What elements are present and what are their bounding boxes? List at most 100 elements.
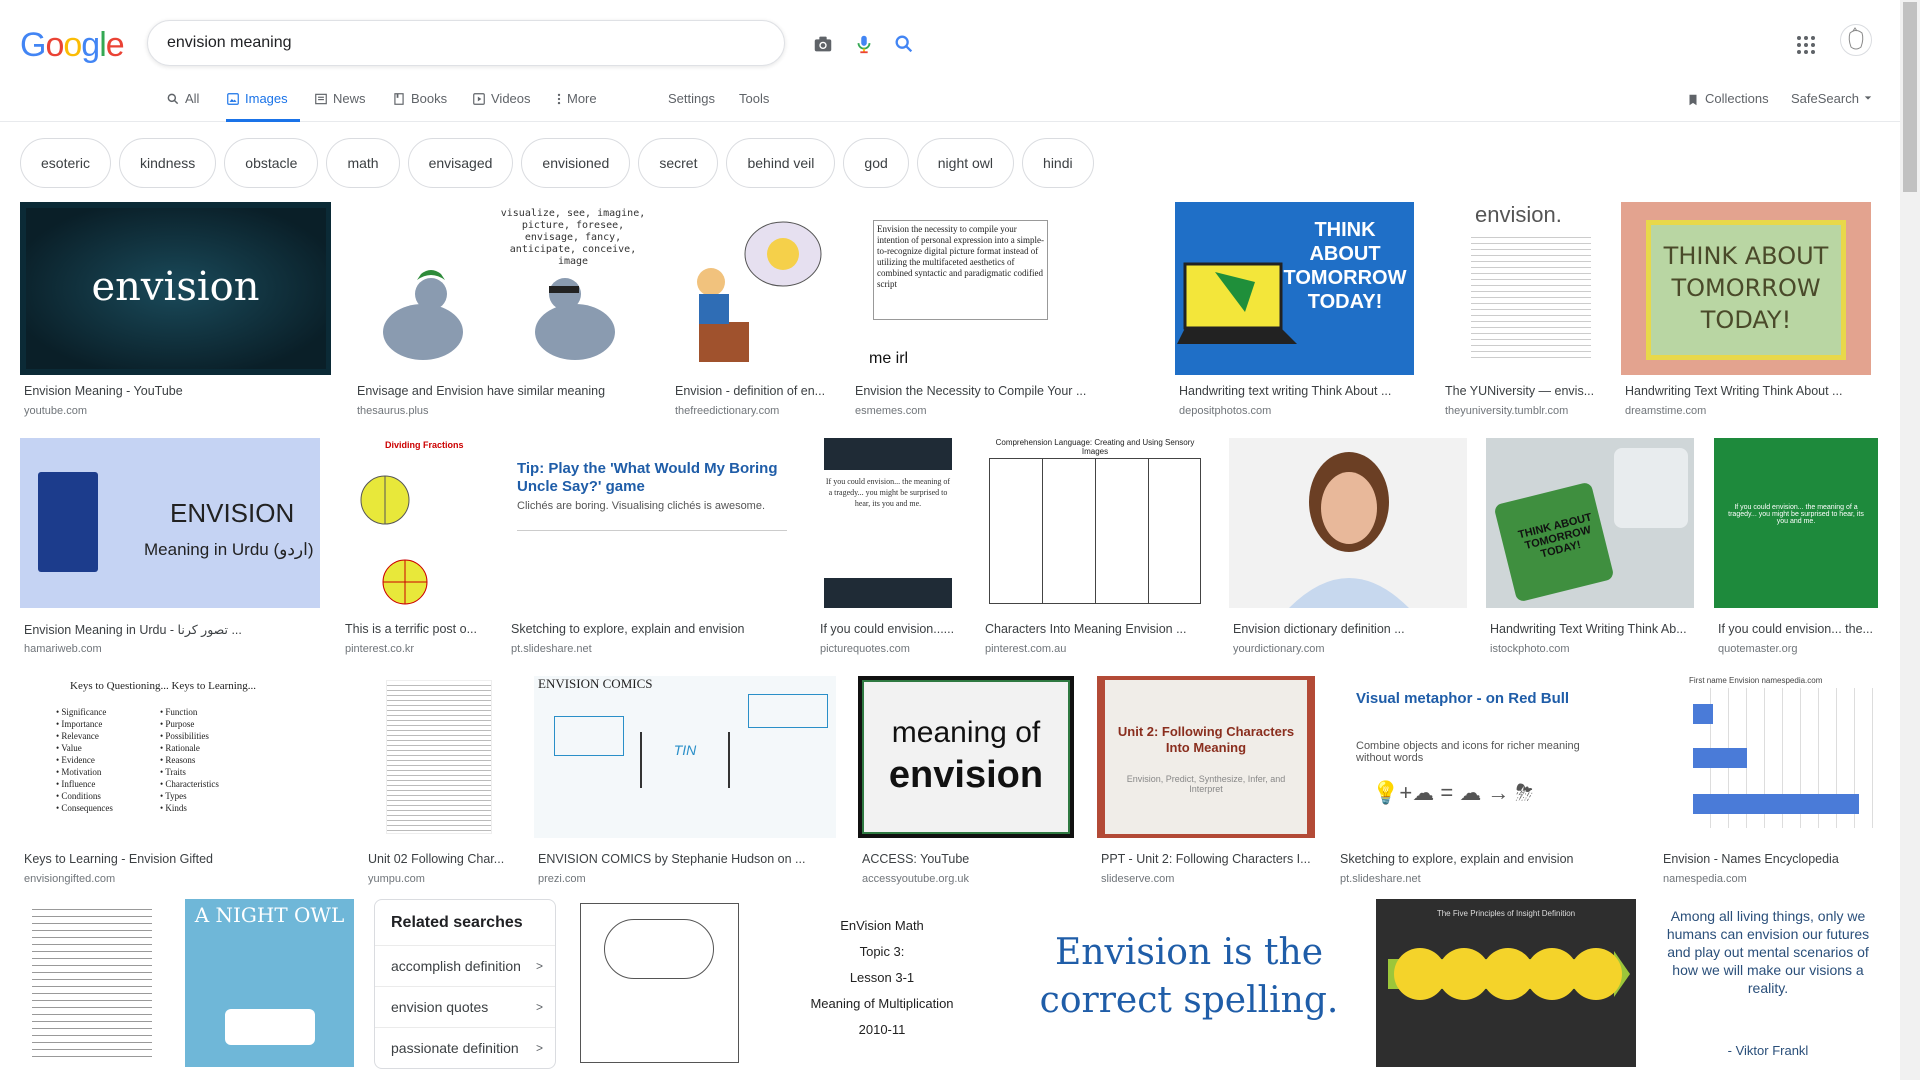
result-thumbnail[interactable]: Envision is the correct spelling. xyxy=(1021,899,1356,1067)
result-thumbnail[interactable]: meaning of envision xyxy=(858,676,1074,838)
result-thumbnail[interactable]: envision xyxy=(20,202,331,375)
chip-envisioned[interactable]: envisioned xyxy=(521,138,631,188)
result-thumbnail[interactable]: visualize, see, imagine, picture, forese… xyxy=(353,202,651,375)
tab-books-label: Books xyxy=(411,91,448,106)
metaphor-symbols: 💡+☁ = ☁ → ⛈ xyxy=(1372,780,1534,805)
camera-icon[interactable] xyxy=(812,33,834,55)
chip-behind-veil[interactable]: behind veil xyxy=(726,138,836,188)
google-logo[interactable]: Google xyxy=(20,26,125,65)
result-source: pt.slideshare.net xyxy=(511,643,592,655)
related-search-item[interactable]: accomplish definition > xyxy=(375,946,555,987)
search-input[interactable]: envision meaning xyxy=(167,34,292,52)
tab-news[interactable]: News xyxy=(314,90,366,122)
tools-link[interactable]: Tools xyxy=(739,90,769,122)
result-source: dreamstime.com xyxy=(1625,405,1707,417)
settings-link[interactable]: Settings xyxy=(668,90,715,122)
result-thumbnail[interactable]: THINK ABOUT TOMORROW TODAY! xyxy=(1621,202,1871,375)
result-title[interactable]: Envision the Necessity to Compile Your .… xyxy=(855,384,1153,398)
result-title[interactable]: Unit 02 Following Char... xyxy=(368,852,518,866)
tab-books[interactable]: Books xyxy=(392,90,447,122)
related-search-item[interactable]: passionate definition > xyxy=(375,1028,555,1069)
result-source: slideserve.com xyxy=(1101,873,1175,885)
result-title[interactable]: Sketching to explore, explain and envisi… xyxy=(511,622,799,636)
result-title[interactable]: Envision Meaning - YouTube xyxy=(24,384,324,398)
result-thumbnail[interactable]: ENVISION COMICS TIN xyxy=(534,676,836,838)
result-title[interactable]: ACCESS: YouTube xyxy=(862,852,1078,866)
result-source: quotemaster.org xyxy=(1718,643,1798,655)
related-search-item[interactable]: envision quotes > xyxy=(375,987,555,1028)
result-thumbnail[interactable]: EnVision Math Topic 3: Lesson 3-1 Meanin… xyxy=(763,899,1001,1067)
result-title[interactable]: Envision Meaning in Urdu - تصور کرنا ... xyxy=(24,622,324,637)
result-thumbnail[interactable]: If you could envision... the meaning of … xyxy=(816,438,960,608)
result-thumbnail[interactable]: envision. xyxy=(1441,202,1601,375)
result-thumbnail[interactable] xyxy=(1229,438,1467,608)
chip-kindness[interactable]: kindness xyxy=(119,138,217,188)
result-thumbnail[interactable]: Unit 2: Following Characters Into Meanin… xyxy=(1097,676,1315,838)
result-title[interactable]: If you could envision... the... xyxy=(1718,622,1882,636)
result-thumbnail[interactable]: ENVISION Meaning in Urdu (اردو) xyxy=(20,438,320,608)
search-tabs: All Images News Books Videos More Settin… xyxy=(0,90,1900,122)
result-thumbnail[interactable]: A NIGHT OWL xyxy=(185,899,354,1067)
result-title[interactable]: Envision - definition of en... xyxy=(675,384,835,398)
result-thumbnail[interactable]: THINK ABOUT TOMORROW TODAY! xyxy=(1486,438,1694,608)
scrollbar-thumb[interactable] xyxy=(1903,2,1917,192)
result-title[interactable]: Handwriting Text Writing Think About ... xyxy=(1625,384,1875,398)
chip-envisaged[interactable]: envisaged xyxy=(407,138,514,188)
result-title[interactable]: Keys to Learning - Envision Gifted xyxy=(24,852,344,866)
result-title[interactable]: This is a terrific post o... xyxy=(345,622,490,636)
result-thumbnail[interactable]: Comprehension Language: Creating and Usi… xyxy=(981,438,1209,608)
chip-math[interactable]: math xyxy=(326,138,400,188)
tab-videos[interactable]: Videos xyxy=(472,90,531,122)
result-title[interactable]: ENVISION COMICS by Stephanie Hudson on .… xyxy=(538,852,840,866)
chip-secret[interactable]: secret xyxy=(638,138,719,188)
result-title[interactable]: Sketching to explore, explain and envisi… xyxy=(1340,852,1642,866)
apps-grid-icon[interactable] xyxy=(1796,35,1816,55)
search-icon xyxy=(167,93,179,105)
safesearch-dropdown[interactable]: SafeSearch xyxy=(1791,90,1872,122)
result-title[interactable]: Handwriting text writing Think About ... xyxy=(1179,384,1418,398)
tab-all[interactable]: All xyxy=(166,90,199,122)
chip-hindi[interactable]: hindi xyxy=(1022,138,1094,188)
result-thumbnail[interactable] xyxy=(20,899,165,1067)
result-thumbnail[interactable]: The Five Principles of Insight Definitio… xyxy=(1376,899,1636,1067)
chip-god[interactable]: god xyxy=(843,138,909,188)
result-title[interactable]: Handwriting Text Writing Think Ab... xyxy=(1490,622,1698,636)
microphone-icon[interactable] xyxy=(853,33,875,55)
result-thumbnail[interactable]: First name Envision namespedia.com xyxy=(1659,676,1878,838)
result-title[interactable]: Envision dictionary definition ... xyxy=(1233,622,1471,636)
comic-box xyxy=(748,694,828,728)
result-thumbnail[interactable]: THINK ABOUT TOMORROW TODAY! xyxy=(1175,202,1414,375)
result-thumbnail[interactable]: Tip: Play the 'What Would My Boring Uncl… xyxy=(507,438,795,608)
result-title[interactable]: PPT - Unit 2: Following Characters I... xyxy=(1101,852,1319,866)
result-thumbnail[interactable] xyxy=(576,899,743,1067)
result-thumbnail[interactable] xyxy=(671,202,831,375)
search-box[interactable]: envision meaning xyxy=(147,20,913,66)
result-title[interactable]: Envision - Names Encyclopedia xyxy=(1663,852,1882,866)
collections-link[interactable]: Collections xyxy=(1686,90,1769,122)
result-thumbnail[interactable] xyxy=(364,676,514,838)
result-thumbnail[interactable]: Envision the necessity to compile your i… xyxy=(851,202,1149,375)
result-thumbnail[interactable]: If you could envision... the meaning of … xyxy=(1714,438,1878,608)
chip-night-owl[interactable]: night owl xyxy=(916,138,1015,188)
thumbnail-text: envision. xyxy=(1475,202,1562,227)
result-thumbnail[interactable]: Keys to Questioning... Keys to Learning.… xyxy=(20,676,344,838)
chip-esoteric[interactable]: esoteric xyxy=(20,138,112,188)
result-title[interactable]: Characters Into Meaning Envision ... xyxy=(985,622,1213,636)
arrow-key xyxy=(1614,448,1688,528)
result-title[interactable]: If you could envision...... xyxy=(820,622,964,636)
thinking-woman-photo xyxy=(1289,452,1409,608)
chip-obstacle[interactable]: obstacle xyxy=(224,138,319,188)
account-avatar[interactable] xyxy=(1840,24,1872,56)
math-lesson-text: EnVision Math Topic 3: Lesson 3-1 Meanin… xyxy=(763,913,1001,1043)
tab-more[interactable]: More xyxy=(556,90,597,122)
result-thumbnail[interactable]: Visual metaphor - on Red Bull Combine ob… xyxy=(1336,676,1638,838)
result-source: namespedia.com xyxy=(1663,873,1747,885)
search-icon[interactable] xyxy=(893,33,915,55)
scrollbar[interactable] xyxy=(1900,0,1920,1080)
result-title[interactable]: The YUNiversity — envis... xyxy=(1445,384,1605,398)
collections-label: Collections xyxy=(1705,91,1769,106)
result-title[interactable]: Envisage and Envision have similar meani… xyxy=(357,384,655,398)
result-thumbnail[interactable]: Dividing Fractions xyxy=(341,438,486,608)
result-thumbnail[interactable]: Among all living things, only we humans … xyxy=(1657,899,1879,1067)
tab-images[interactable]: Images xyxy=(226,90,300,122)
